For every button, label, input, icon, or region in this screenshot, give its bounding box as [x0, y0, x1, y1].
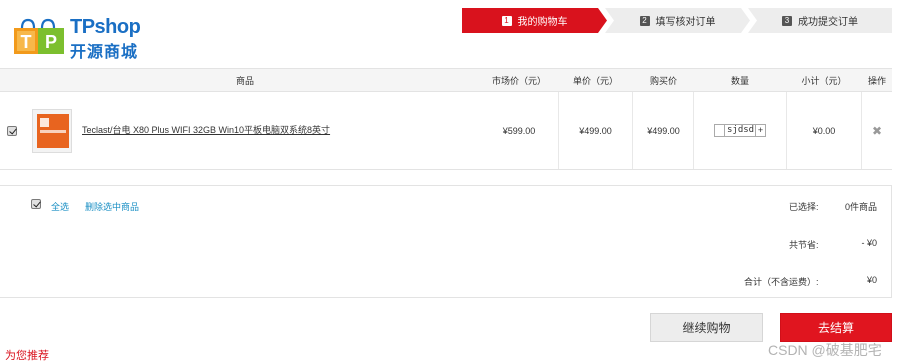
recommend-heading: 为您推荐: [5, 350, 49, 362]
unit-price-value: ¥499.00: [579, 125, 612, 136]
step-label: 成功提交订单: [798, 17, 858, 28]
table-header: 商品 市场价（元） 单价（元） 购买价 数量 小计（元） 操作: [0, 68, 892, 92]
quantity-decrease-button[interactable]: [714, 124, 725, 137]
header-subtotal: 小计（元）: [801, 76, 847, 86]
step-label: 我的购物车: [517, 17, 568, 28]
header-purchase-price: 购买价: [649, 76, 677, 86]
tpshop-logo[interactable]: T P TPshop 开源商城: [14, 14, 154, 61]
saved-label: 共节省:: [789, 240, 819, 250]
row-checkbox[interactable]: [7, 125, 17, 136]
product-thumbnail[interactable]: [32, 109, 72, 153]
svg-text:T: T: [21, 32, 32, 52]
logo-brand-en: TPshop: [70, 16, 141, 38]
quantity-stepper: sjdsd +: [714, 124, 766, 137]
checkout-button[interactable]: 去结算: [780, 313, 892, 342]
step-confirm-order: 2 填写核对订单: [605, 8, 750, 33]
delete-cell: ✖: [862, 92, 892, 169]
subtotal-value: ¥0.00: [812, 125, 836, 136]
step-submit-success: 3 成功提交订单: [748, 8, 892, 33]
delete-icon[interactable]: ✖: [872, 124, 882, 138]
purchase-price-value: ¥499.00: [647, 125, 680, 136]
step-label: 填写核对订单: [655, 17, 716, 28]
header-product: 商品: [235, 76, 254, 86]
logo-brand-cn: 开源商城: [70, 44, 139, 61]
checkout-steps: 1 我的购物车 2 填写核对订单 3 成功提交订单: [462, 8, 892, 33]
header-action: 操作: [867, 76, 886, 86]
header-unit-price: 单价（元）: [572, 76, 618, 86]
header-market-price: 市场价（元）: [491, 76, 546, 86]
select-all-checkbox[interactable]: [31, 199, 41, 209]
select-all-link[interactable]: 全选: [51, 200, 69, 213]
delete-selected-link[interactable]: 删除选中商品: [85, 200, 139, 213]
quantity-cell: sjdsd +: [694, 92, 786, 169]
product-name-link[interactable]: Teclast/台电 X80 Plus WIFI 32GB Win10平板电脑双…: [82, 123, 330, 136]
row-select-cell: [0, 92, 24, 169]
table-row: Teclast/台电 X80 Plus WIFI 32GB Win10平板电脑双…: [0, 92, 892, 170]
step-number: 3: [782, 15, 792, 26]
saved-amount: - ¥0: [861, 238, 877, 248]
svg-text:P: P: [45, 32, 57, 52]
step-cart: 1 我的购物车: [462, 8, 607, 33]
selected-count: 0件商品: [844, 202, 877, 212]
selected-label: 已选择:: [789, 202, 819, 212]
shopping-bag-logo-icon: T P: [14, 18, 64, 54]
total-amount: ¥0: [866, 275, 877, 285]
step-number: 2: [639, 15, 650, 26]
header-quantity: 数量: [730, 76, 749, 86]
cart-summary: 全选 删除选中商品 已选择: 0件商品 共节省: - ¥0 合计（不含运费）: …: [0, 185, 892, 298]
continue-shopping-button[interactable]: 继续购物: [650, 313, 763, 342]
quantity-input[interactable]: sjdsd: [725, 124, 755, 137]
csdn-watermark: CSDN @破基肥宅: [768, 342, 882, 358]
quantity-increase-button[interactable]: +: [755, 124, 766, 137]
step-number: 1: [501, 15, 512, 26]
market-price-value: ¥599.00: [502, 125, 536, 136]
total-label: 合计（不含运费）:: [744, 277, 819, 287]
